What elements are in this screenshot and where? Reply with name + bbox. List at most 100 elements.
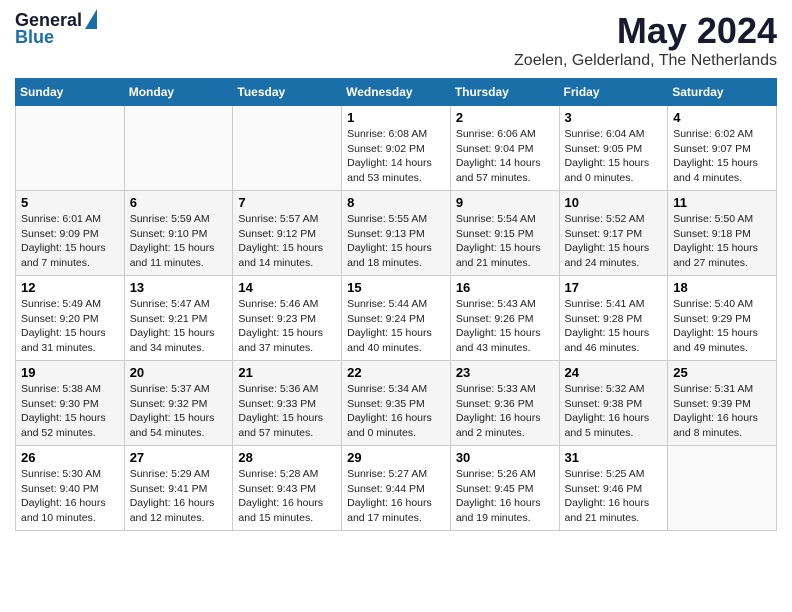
day-info: Sunrise: 5:37 AM Sunset: 9:32 PM Dayligh… [130, 382, 228, 441]
day-number: 21 [238, 365, 336, 380]
day-info: Sunrise: 5:27 AM Sunset: 9:44 PM Dayligh… [347, 467, 445, 526]
day-number: 3 [565, 110, 663, 125]
week-row-4: 26Sunrise: 5:30 AM Sunset: 9:40 PM Dayli… [16, 446, 777, 531]
cell-w0-d5: 3 Sunrise: 6:04 AM Sunset: 9:05 PM Daylig… [559, 106, 668, 191]
day-info: Sunrise: 5:54 AM Sunset: 9:15 PM Dayligh… [456, 212, 554, 271]
day-info: Sunrise: 5:44 AM Sunset: 9:24 PM Dayligh… [347, 297, 445, 356]
cell-w2-d4: 16 Sunrise: 5:43 AM Sunset: 9:26 PM Dayli… [450, 276, 559, 361]
col-header-thursday: Thursday [450, 79, 559, 106]
day-info: Sunrise: 6:01 AM Sunset: 9:09 PM Dayligh… [21, 212, 119, 271]
logo-arrow-icon [85, 9, 97, 29]
day-info: Sunrise: 5:26 AM Sunset: 9:45 PM Dayligh… [456, 467, 554, 526]
day-number: 31 [565, 450, 663, 465]
cell-w4-d2: 28Sunrise: 5:28 AM Sunset: 9:43 PM Dayli… [233, 446, 342, 531]
day-number: 2 [456, 110, 554, 125]
main-title: May 2024 [514, 10, 777, 52]
logo: General Blue [15, 10, 97, 48]
cell-w0-d0 [16, 106, 125, 191]
day-info: Sunrise: 5:29 AM Sunset: 9:41 PM Dayligh… [130, 467, 228, 526]
cell-w4-d6 [668, 446, 777, 531]
cell-w2-d2: 14 Sunrise: 5:46 AM Sunset: 9:23 PM Dayli… [233, 276, 342, 361]
day-info: Sunrise: 5:41 AM Sunset: 9:28 PM Dayligh… [565, 297, 663, 356]
day-number: 24 [565, 365, 663, 380]
day-info: Sunrise: 5:46 AM Sunset: 9:23 PM Dayligh… [238, 297, 336, 356]
day-info: Sunrise: 6:04 AM Sunset: 9:05 PM Dayligh… [565, 127, 663, 186]
cell-w4-d4: 30 Sunrise: 5:26 AM Sunset: 9:45 PM Dayli… [450, 446, 559, 531]
cell-w3-d3: 22 Sunrise: 5:34 AM Sunset: 9:35 PM Dayli… [342, 361, 451, 446]
day-info: Sunrise: 5:36 AM Sunset: 9:33 PM Dayligh… [238, 382, 336, 441]
logo-blue-text: Blue [15, 27, 54, 48]
day-info: Sunrise: 5:52 AM Sunset: 9:17 PM Dayligh… [565, 212, 663, 271]
day-number: 13 [130, 280, 228, 295]
day-number: 11 [673, 195, 771, 210]
day-info: Sunrise: 5:32 AM Sunset: 9:38 PM Dayligh… [565, 382, 663, 441]
cell-w3-d5: 24 Sunrise: 5:32 AM Sunset: 9:38 PM Dayli… [559, 361, 668, 446]
day-number: 12 [21, 280, 119, 295]
cell-w4-d0: 26Sunrise: 5:30 AM Sunset: 9:40 PM Dayli… [16, 446, 125, 531]
day-number: 29 [347, 450, 445, 465]
cell-w0-d4: 2Sunrise: 6:06 AM Sunset: 9:04 PM Daylig… [450, 106, 559, 191]
cell-w4-d3: 29 Sunrise: 5:27 AM Sunset: 9:44 PM Dayli… [342, 446, 451, 531]
day-number: 20 [130, 365, 228, 380]
day-number: 5 [21, 195, 119, 210]
cell-w1-d5: 10Sunrise: 5:52 AM Sunset: 9:17 PM Dayli… [559, 191, 668, 276]
day-number: 22 [347, 365, 445, 380]
title-block: May 2024 Zoelen, Gelderland, The Netherl… [514, 10, 777, 70]
day-number: 9 [456, 195, 554, 210]
cell-w4-d1: 27Sunrise: 5:29 AM Sunset: 9:41 PM Dayli… [124, 446, 233, 531]
cell-w3-d1: 20 Sunrise: 5:37 AM Sunset: 9:32 PM Dayli… [124, 361, 233, 446]
cell-w2-d6: 18 Sunrise: 5:40 AM Sunset: 9:29 PM Dayli… [668, 276, 777, 361]
day-number: 7 [238, 195, 336, 210]
col-header-friday: Friday [559, 79, 668, 106]
day-number: 14 [238, 280, 336, 295]
day-info: Sunrise: 5:34 AM Sunset: 9:35 PM Dayligh… [347, 382, 445, 441]
day-info: Sunrise: 5:31 AM Sunset: 9:39 PM Dayligh… [673, 382, 771, 441]
day-info: Sunrise: 5:38 AM Sunset: 9:30 PM Dayligh… [21, 382, 119, 441]
cell-w3-d6: 25Sunrise: 5:31 AM Sunset: 9:39 PM Dayli… [668, 361, 777, 446]
col-header-sunday: Sunday [16, 79, 125, 106]
day-info: Sunrise: 5:49 AM Sunset: 9:20 PM Dayligh… [21, 297, 119, 356]
week-row-2: 12 Sunrise: 5:49 AM Sunset: 9:20 PM Dayli… [16, 276, 777, 361]
cell-w4-d5: 31 Sunrise: 5:25 AM Sunset: 9:46 PM Dayli… [559, 446, 668, 531]
cell-w1-d1: 6Sunrise: 5:59 AM Sunset: 9:10 PM Daylig… [124, 191, 233, 276]
day-number: 17 [565, 280, 663, 295]
day-info: Sunrise: 5:47 AM Sunset: 9:21 PM Dayligh… [130, 297, 228, 356]
col-header-monday: Monday [124, 79, 233, 106]
day-info: Sunrise: 5:43 AM Sunset: 9:26 PM Dayligh… [456, 297, 554, 356]
cell-w0-d1 [124, 106, 233, 191]
day-number: 23 [456, 365, 554, 380]
cell-w3-d2: 21 Sunrise: 5:36 AM Sunset: 9:33 PM Dayli… [233, 361, 342, 446]
cell-w3-d4: 23 Sunrise: 5:33 AM Sunset: 9:36 PM Dayli… [450, 361, 559, 446]
day-info: Sunrise: 5:57 AM Sunset: 9:12 PM Dayligh… [238, 212, 336, 271]
day-number: 26 [21, 450, 119, 465]
page-header: General Blue May 2024 Zoelen, Gelderland… [15, 10, 777, 70]
cell-w1-d3: 8Sunrise: 5:55 AM Sunset: 9:13 PM Daylig… [342, 191, 451, 276]
calendar-table: SundayMondayTuesdayWednesdayThursdayFrid… [15, 78, 777, 531]
cell-w0-d2 [233, 106, 342, 191]
subtitle: Zoelen, Gelderland, The Netherlands [514, 52, 777, 70]
col-header-saturday: Saturday [668, 79, 777, 106]
day-number: 19 [21, 365, 119, 380]
day-info: Sunrise: 5:40 AM Sunset: 9:29 PM Dayligh… [673, 297, 771, 356]
day-info: Sunrise: 6:02 AM Sunset: 9:07 PM Dayligh… [673, 127, 771, 186]
cell-w1-d0: 5 Sunrise: 6:01 AM Sunset: 9:09 PM Daylig… [16, 191, 125, 276]
day-number: 4 [673, 110, 771, 125]
cell-w3-d0: 19 Sunrise: 5:38 AM Sunset: 9:30 PM Dayli… [16, 361, 125, 446]
day-info: Sunrise: 5:25 AM Sunset: 9:46 PM Dayligh… [565, 467, 663, 526]
day-info: Sunrise: 5:33 AM Sunset: 9:36 PM Dayligh… [456, 382, 554, 441]
week-row-0: 1Sunrise: 6:08 AM Sunset: 9:02 PM Daylig… [16, 106, 777, 191]
cell-w0-d3: 1Sunrise: 6:08 AM Sunset: 9:02 PM Daylig… [342, 106, 451, 191]
week-row-3: 19 Sunrise: 5:38 AM Sunset: 9:30 PM Dayli… [16, 361, 777, 446]
day-number: 6 [130, 195, 228, 210]
day-number: 30 [456, 450, 554, 465]
day-number: 16 [456, 280, 554, 295]
cell-w2-d3: 15 Sunrise: 5:44 AM Sunset: 9:24 PM Dayli… [342, 276, 451, 361]
cell-w1-d6: 11Sunrise: 5:50 AM Sunset: 9:18 PM Dayli… [668, 191, 777, 276]
day-number: 18 [673, 280, 771, 295]
day-number: 8 [347, 195, 445, 210]
day-number: 15 [347, 280, 445, 295]
cell-w1-d4: 9 Sunrise: 5:54 AM Sunset: 9:15 PM Daylig… [450, 191, 559, 276]
week-row-1: 5 Sunrise: 6:01 AM Sunset: 9:09 PM Daylig… [16, 191, 777, 276]
day-info: Sunrise: 5:28 AM Sunset: 9:43 PM Dayligh… [238, 467, 336, 526]
cell-w0-d6: 4 Sunrise: 6:02 AM Sunset: 9:07 PM Daylig… [668, 106, 777, 191]
